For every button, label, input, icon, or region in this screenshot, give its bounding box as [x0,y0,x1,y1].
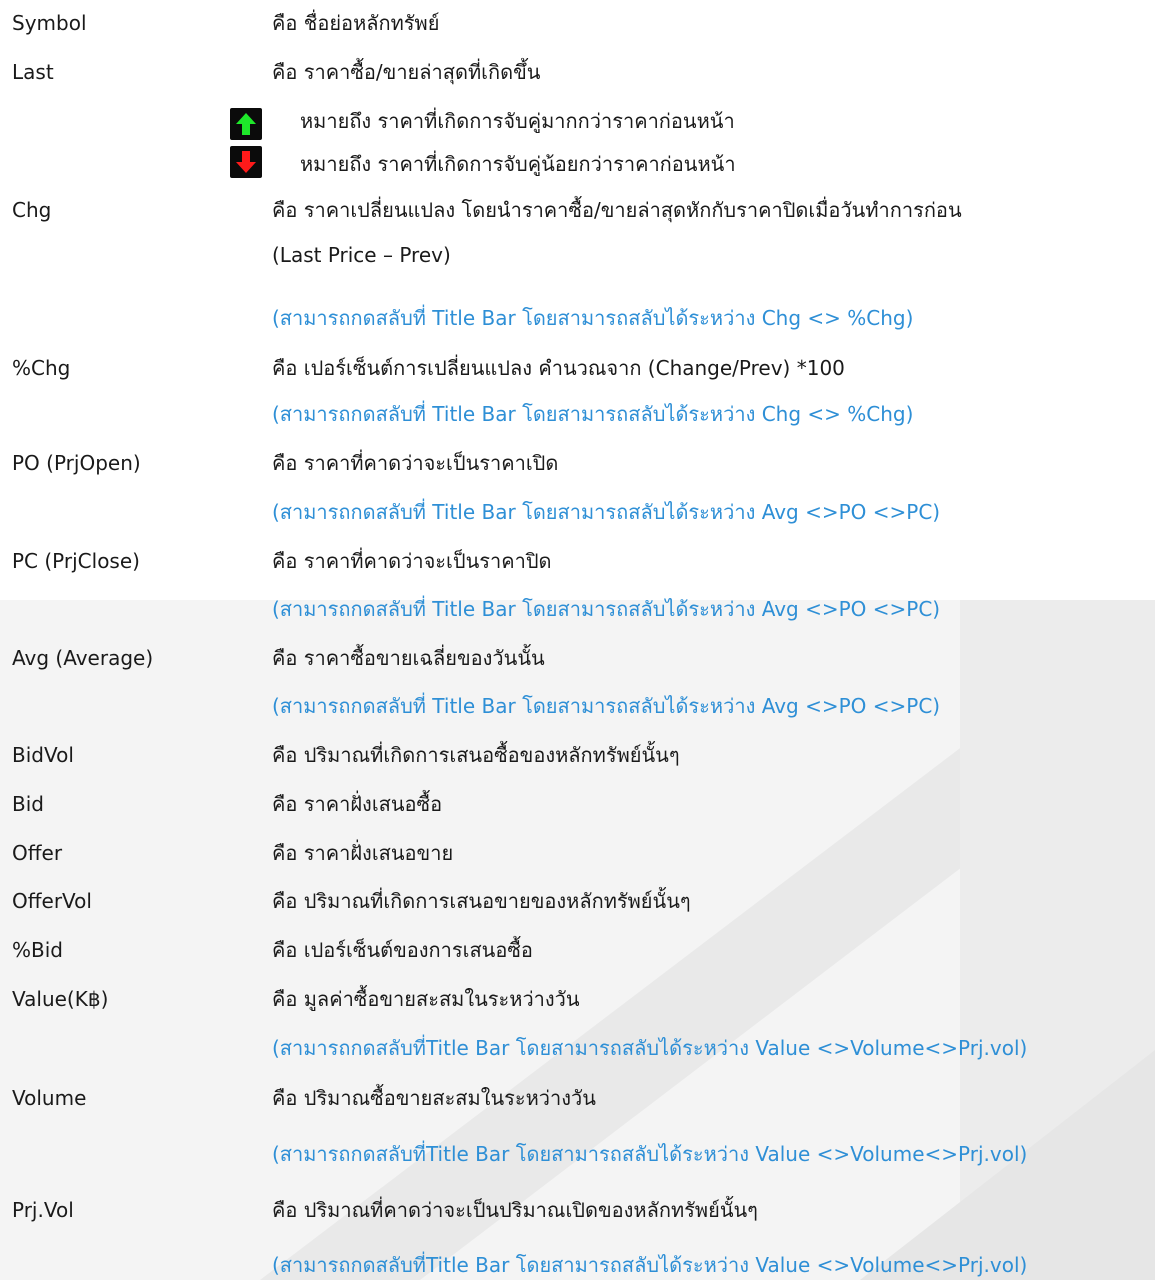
term-po: PO (PrjOpen) [12,451,141,475]
term-offervol: OfferVol [12,889,92,913]
definition-volume: คือ ปริมาณซื้อขายสะสมในระหว่างวัน [272,1086,596,1110]
definition-offervol: คือ ปริมาณที่เกิดการเสนอขายของหลักทรัพย์… [272,889,691,913]
term-symbol: Symbol [12,11,87,35]
note-volume: (สามารถกดสลับที่Title Bar โดยสามารถสลับไ… [272,1142,1028,1166]
term-volume: Volume [12,1086,87,1110]
term-chg: Chg [12,198,52,222]
term-pc: PC (PrjClose) [12,549,140,573]
note-chg: (สามารถกดสลับที่ Title Bar โดยสามารถสลับ… [272,306,914,330]
definition-chg: คือ ราคาเปลี่ยนแปลง โดยนำราคาซื้อ/ขายล่า… [272,198,962,222]
note-po: (สามารถกดสลับที่ Title Bar โดยสามารถสลับ… [272,500,941,524]
definition-value: คือ มูลค่าซื้อขายสะสมในระหว่างวัน [272,987,580,1011]
definition-bidvol: คือ ปริมาณที่เกิดการเสนอซื้อของหลักทรัพย… [272,743,680,767]
term-bid: Bid [12,792,44,816]
definition-po: คือ ราคาที่คาดว่าจะเป็นราคาเปิด [272,451,559,475]
term-bidvol: BidVol [12,743,74,767]
note-prjvol: (สามารถกดสลับที่Title Bar โดยสามารถสลับไ… [272,1253,1028,1277]
note-pct-chg: (สามารถกดสลับที่ Title Bar โดยสามารถสลับ… [272,402,914,426]
note-value: (สามารถกดสลับที่Title Bar โดยสามารถสลับไ… [272,1036,1028,1060]
red-down-arrow-icon [230,146,262,178]
term-prjvol: Prj.Vol [12,1198,74,1222]
term-last: Last [12,60,54,84]
definition-symbol: คือ ชื่อย่อหลักทรัพย์ [272,11,440,35]
definition-bid: คือ ราคาฝั่งเสนอซื้อ [272,792,443,816]
term-pct-bid: %Bid [12,938,63,962]
definition-pc: คือ ราคาที่คาดว่าจะเป็นราคาปิด [272,549,552,573]
definition-last: คือ ราคาซื้อ/ขายล่าสุดที่เกิดขึ้น [272,60,541,84]
legend-up-text: หมายถึง ราคาที่เกิดการจับคู่มากกว่าราคาก… [300,109,735,133]
term-offer: Offer [12,841,63,865]
note-pc: (สามารถกดสลับที่ Title Bar โดยสามารถสลับ… [272,597,941,621]
definition-avg: คือ ราคาซื้อขายเฉลี่ยของวันนั้น [272,646,545,670]
definition-prjvol: คือ ปริมาณที่คาดว่าจะเป็นปริมาณเปิดของหล… [272,1198,758,1222]
legend-down-text: หมายถึง ราคาที่เกิดการจับคู่น้อยกว่าราคา… [300,152,736,176]
term-value: Value(K฿) [12,987,109,1011]
term-pct-chg: %Chg [12,356,71,380]
definition-pct-bid: คือ เปอร์เซ็นต์ของการเสนอซื้อ [272,938,533,962]
green-up-arrow-icon [230,108,262,140]
definition-chg-formula: (Last Price – Prev) [272,243,451,267]
definition-offer: คือ ราคาฝั่งเสนอขาย [272,841,454,865]
definition-pct-chg: คือ เปอร์เซ็นต์การเปลี่ยนแปลง คำนวณจาก (… [272,356,845,380]
term-avg: Avg (Average) [12,646,154,670]
note-avg: (สามารถกดสลับที่ Title Bar โดยสามารถสลับ… [272,694,941,718]
